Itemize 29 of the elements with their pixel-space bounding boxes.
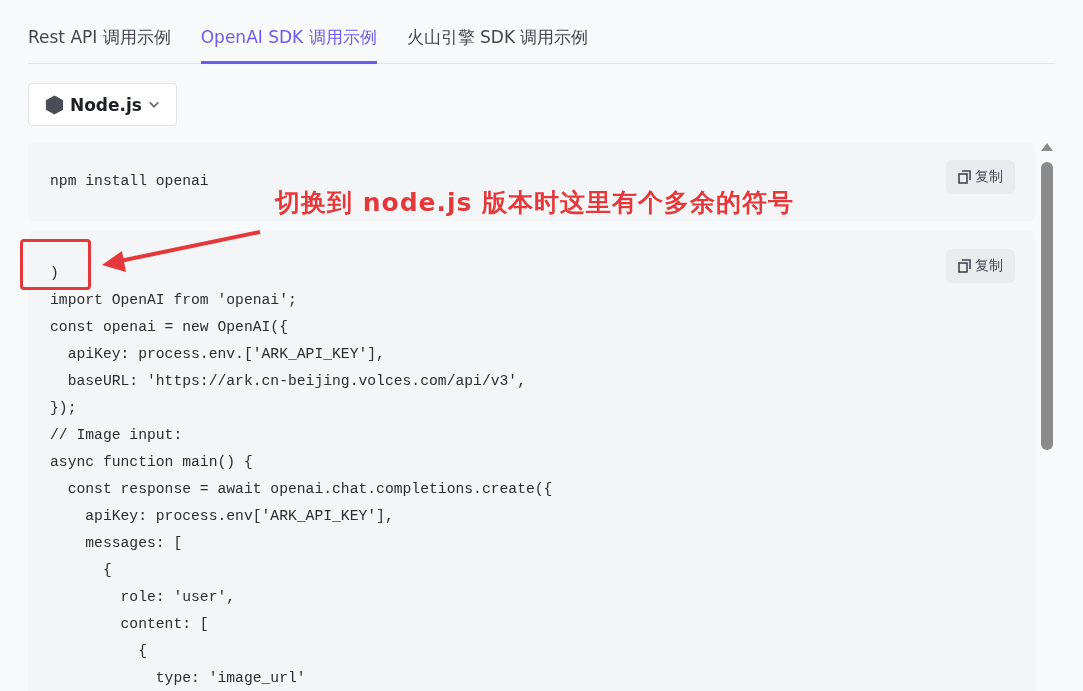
copy-button[interactable]: 复制 [946,160,1015,194]
code-line: { [101,561,112,580]
code-line: const response = await openai.chat.completions.create({ [66,480,553,499]
code-line: { [137,642,147,661]
code-line: const openai = new OpenAI({ [50,318,288,337]
language-dropdown[interactable]: Node.js [28,83,177,126]
code-line: import OpenAI from 'openai'; [50,291,297,310]
code-line: // Image input: [50,426,183,445]
code-line: npm install openai [50,172,209,191]
scrollbar[interactable] [1040,142,1054,452]
copy-button[interactable]: 复制 [946,249,1015,283]
code-line: type: 'image_url' [154,669,306,688]
annotation-text: 切换到 node.js 版本时这里有个多余的符号 [275,187,795,219]
code-line: apiKey: process.env.['ARK_API_KEY'], [66,345,385,364]
code-line: baseURL: 'https://ark.cn-beijing.volces.com/api/v3', [66,372,526,391]
code-line: content: [ [119,615,209,634]
code-line: }); [50,399,77,418]
code-line: messages: [ [84,534,183,553]
code-line: apiKey: process.env['ARK_API_KEY'], [84,507,394,526]
tab[interactable]: 火山引擎 SDK 调用示例 [406,22,589,64]
tab[interactable]: OpenAI SDK 调用示例 [200,22,377,64]
chevron-down-icon [147,99,160,110]
code-line: async function main() { [50,453,253,472]
tab[interactable]: Rest API 调用示例 [28,22,171,64]
code-line: role: 'user', [119,588,236,607]
copy-icon [958,259,971,273]
code-line: ) [50,264,59,283]
highlight-box [20,239,91,290]
copy-icon [958,170,971,184]
